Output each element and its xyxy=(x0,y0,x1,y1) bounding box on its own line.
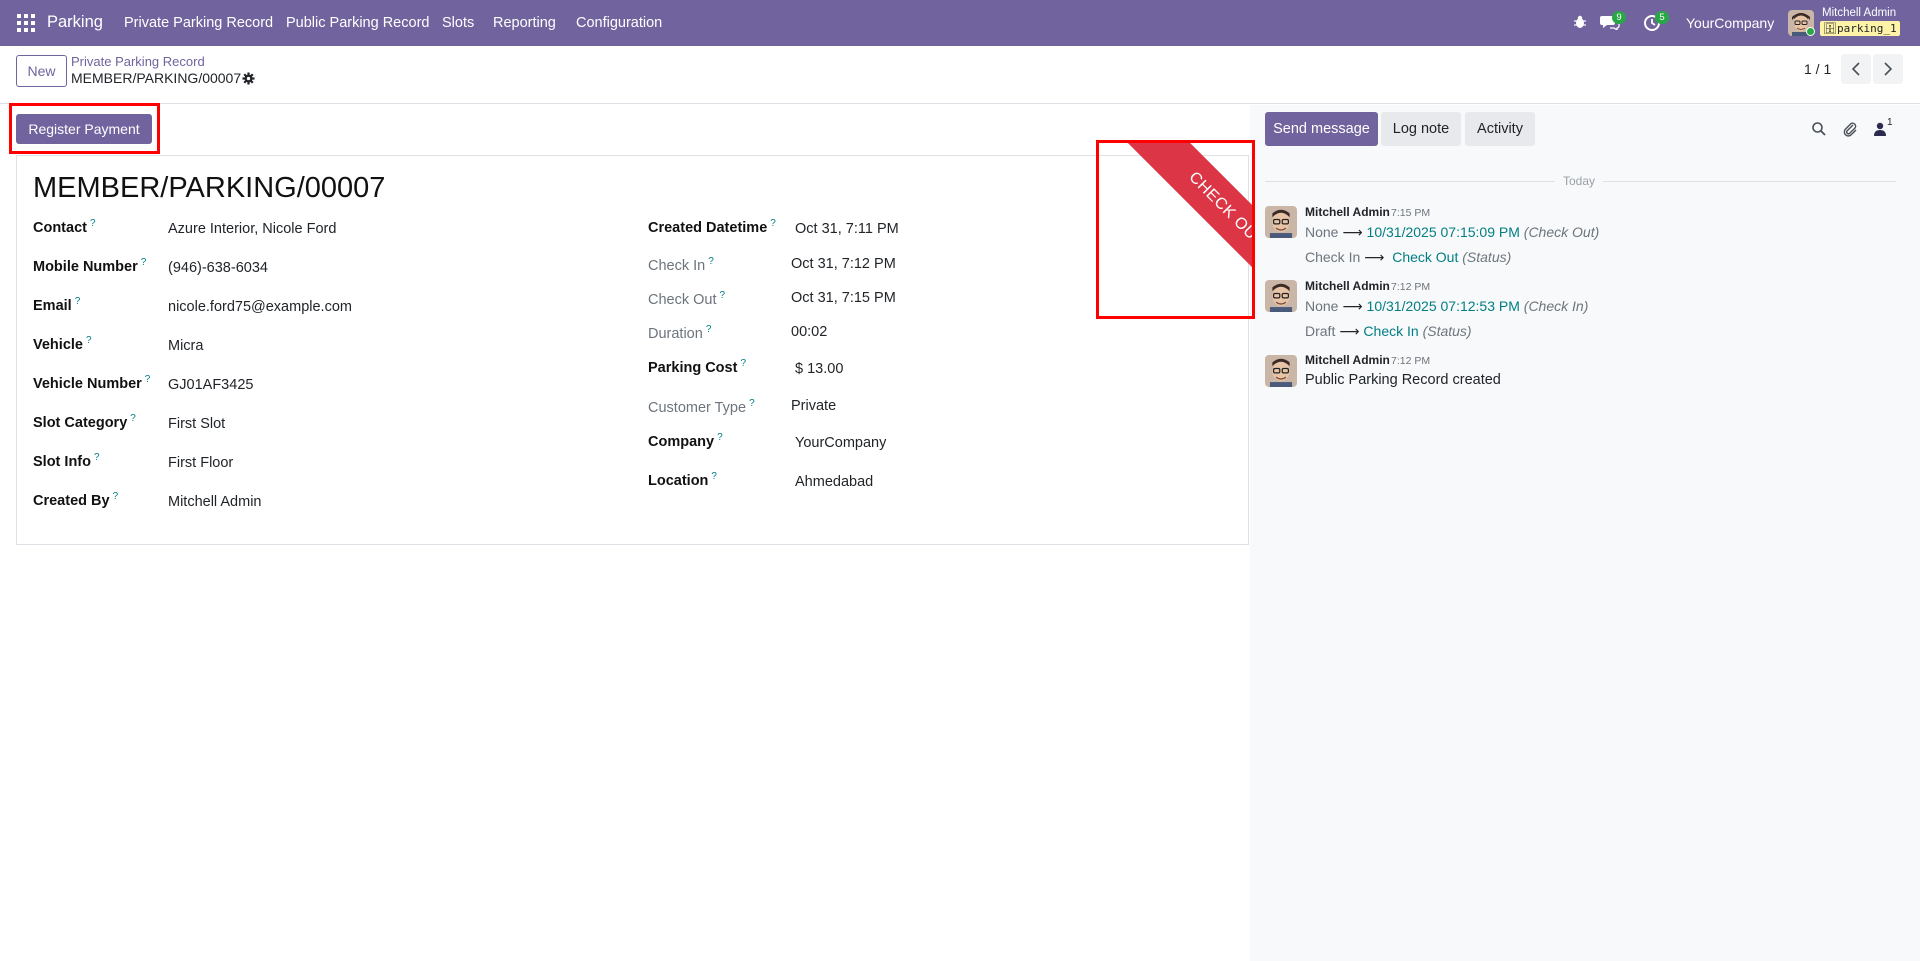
check-out-value: Oct 31, 7:15 PM xyxy=(791,290,896,306)
message-author[interactable]: Mitchell Admin xyxy=(1305,279,1390,293)
gear-icon[interactable] xyxy=(242,72,255,85)
label-mobile-number: Mobile Number? xyxy=(33,257,147,275)
control-panel: New Private Parking Record MEMBER/PARKIN… xyxy=(0,46,1920,104)
menu-configuration[interactable]: Configuration xyxy=(576,15,662,31)
new-button[interactable]: New xyxy=(16,55,67,87)
message-avatar[interactable] xyxy=(1265,355,1297,387)
menu-slots[interactable]: Slots xyxy=(442,15,474,31)
label-check-in: Check In? xyxy=(648,256,714,274)
pager-previous-button[interactable] xyxy=(1841,54,1871,84)
slot-category-value[interactable]: First Slot xyxy=(168,416,225,432)
duration-value: 00:02 xyxy=(791,324,828,340)
followers-count: 1 xyxy=(1887,117,1893,128)
label-contact: Contact? xyxy=(33,218,96,236)
highlight-status-ribbon xyxy=(1096,140,1255,319)
database-name: 🗄parking_1 xyxy=(1820,21,1900,36)
slot-info-value[interactable]: First Floor xyxy=(168,455,233,471)
message-author[interactable]: Mitchell Admin xyxy=(1305,205,1390,219)
parking-cost-value[interactable]: $ 13.00 xyxy=(795,361,843,377)
menu-public-parking-record[interactable]: Public Parking Record xyxy=(286,15,429,31)
message-time: 7:12 PM xyxy=(1391,281,1431,293)
tracking-change: Draft ⟶ Check In (Status) xyxy=(1305,323,1472,339)
created-datetime-value: Oct 31, 7:11 PM xyxy=(795,221,899,237)
message-time: 7:15 PM xyxy=(1391,207,1431,219)
user-name[interactable]: Mitchell Admin xyxy=(1822,7,1896,19)
tracking-change: Check In ⟶ Check Out (Status) xyxy=(1305,249,1512,265)
created-by-value[interactable]: Mitchell Admin xyxy=(168,494,261,510)
label-company: Company? xyxy=(648,432,723,450)
activities-badge: 5 xyxy=(1655,11,1669,24)
label-email: Email? xyxy=(33,296,81,314)
customer-type-value: Private xyxy=(791,398,837,414)
message-avatar[interactable] xyxy=(1265,206,1297,238)
message-body: Public Parking Record created xyxy=(1305,372,1501,388)
label-created-by: Created By? xyxy=(33,491,119,509)
breadcrumb-parent[interactable]: Private Parking Record xyxy=(71,54,205,69)
label-check-out: Check Out? xyxy=(648,290,726,308)
app-name[interactable]: Parking xyxy=(47,13,103,32)
record-title: MEMBER/PARKING/00007 xyxy=(33,172,386,204)
pager-next-button[interactable] xyxy=(1873,54,1903,84)
label-vehicle-number: Vehicle Number? xyxy=(33,374,151,392)
form-sheet: MEMBER/PARKING/00007 Contact? Azure Inte… xyxy=(16,155,1249,545)
highlight-register-payment xyxy=(9,103,160,154)
contact-value[interactable]: Azure Interior, Nicole Ford xyxy=(168,221,336,237)
label-vehicle: Vehicle? xyxy=(33,335,92,353)
followers-icon[interactable] xyxy=(1872,121,1888,137)
database-name-text: parking_1 xyxy=(1836,22,1897,35)
mobile-number-value[interactable]: (946)-638-6034 xyxy=(168,260,268,276)
email-value[interactable]: nicole.ford75@example.com xyxy=(168,299,352,315)
label-location: Location? xyxy=(648,471,717,489)
label-parking-cost: Parking Cost? xyxy=(648,358,746,376)
date-separator-line-left xyxy=(1265,181,1555,182)
location-value[interactable]: Ahmedabad xyxy=(795,474,873,490)
breadcrumb-current: MEMBER/PARKING/00007 xyxy=(71,70,242,86)
label-duration: Duration? xyxy=(648,324,712,342)
label-slot-category: Slot Category? xyxy=(33,413,136,431)
bug-icon[interactable] xyxy=(1573,15,1587,29)
vehicle-number-value[interactable]: GJ01AF3425 xyxy=(168,377,253,393)
vehicle-value[interactable]: Micra xyxy=(168,338,203,354)
tracking-change: None ⟶ 10/31/2025 07:15:09 PM (Check Out) xyxy=(1305,224,1600,240)
app-menu-icon[interactable] xyxy=(17,14,35,32)
message-avatar[interactable] xyxy=(1265,280,1297,312)
menu-reporting[interactable]: Reporting xyxy=(493,15,556,31)
online-status-dot xyxy=(1806,27,1815,36)
messages-badge: 9 xyxy=(1612,11,1626,24)
company-value[interactable]: YourCompany xyxy=(795,435,886,451)
label-created-datetime: Created Datetime? xyxy=(648,218,776,236)
check-in-value: Oct 31, 7:12 PM xyxy=(791,256,896,272)
send-message-button[interactable]: Send message xyxy=(1265,112,1378,146)
activity-button[interactable]: Activity xyxy=(1465,112,1535,146)
chevron-left-icon xyxy=(1851,62,1860,76)
message-author[interactable]: Mitchell Admin xyxy=(1305,353,1390,367)
pager-value[interactable]: 1 / 1 xyxy=(1804,61,1831,77)
chevron-right-icon xyxy=(1884,62,1893,76)
date-separator-line-right xyxy=(1603,181,1896,182)
company-switcher[interactable]: YourCompany xyxy=(1686,15,1774,31)
label-customer-type: Customer Type? xyxy=(648,398,755,416)
search-icon[interactable] xyxy=(1811,121,1827,137)
paperclip-icon[interactable] xyxy=(1842,121,1858,137)
label-slot-info: Slot Info? xyxy=(33,452,100,470)
tracking-change: None ⟶ 10/31/2025 07:12:53 PM (Check In) xyxy=(1305,298,1589,314)
message-time: 7:12 PM xyxy=(1391,355,1431,367)
top-navbar: Parking Private Parking Record Public Pa… xyxy=(0,0,1920,46)
log-note-button[interactable]: Log note xyxy=(1381,112,1461,146)
date-separator: Today xyxy=(1563,174,1596,188)
menu-private-parking-record[interactable]: Private Parking Record xyxy=(124,15,273,31)
